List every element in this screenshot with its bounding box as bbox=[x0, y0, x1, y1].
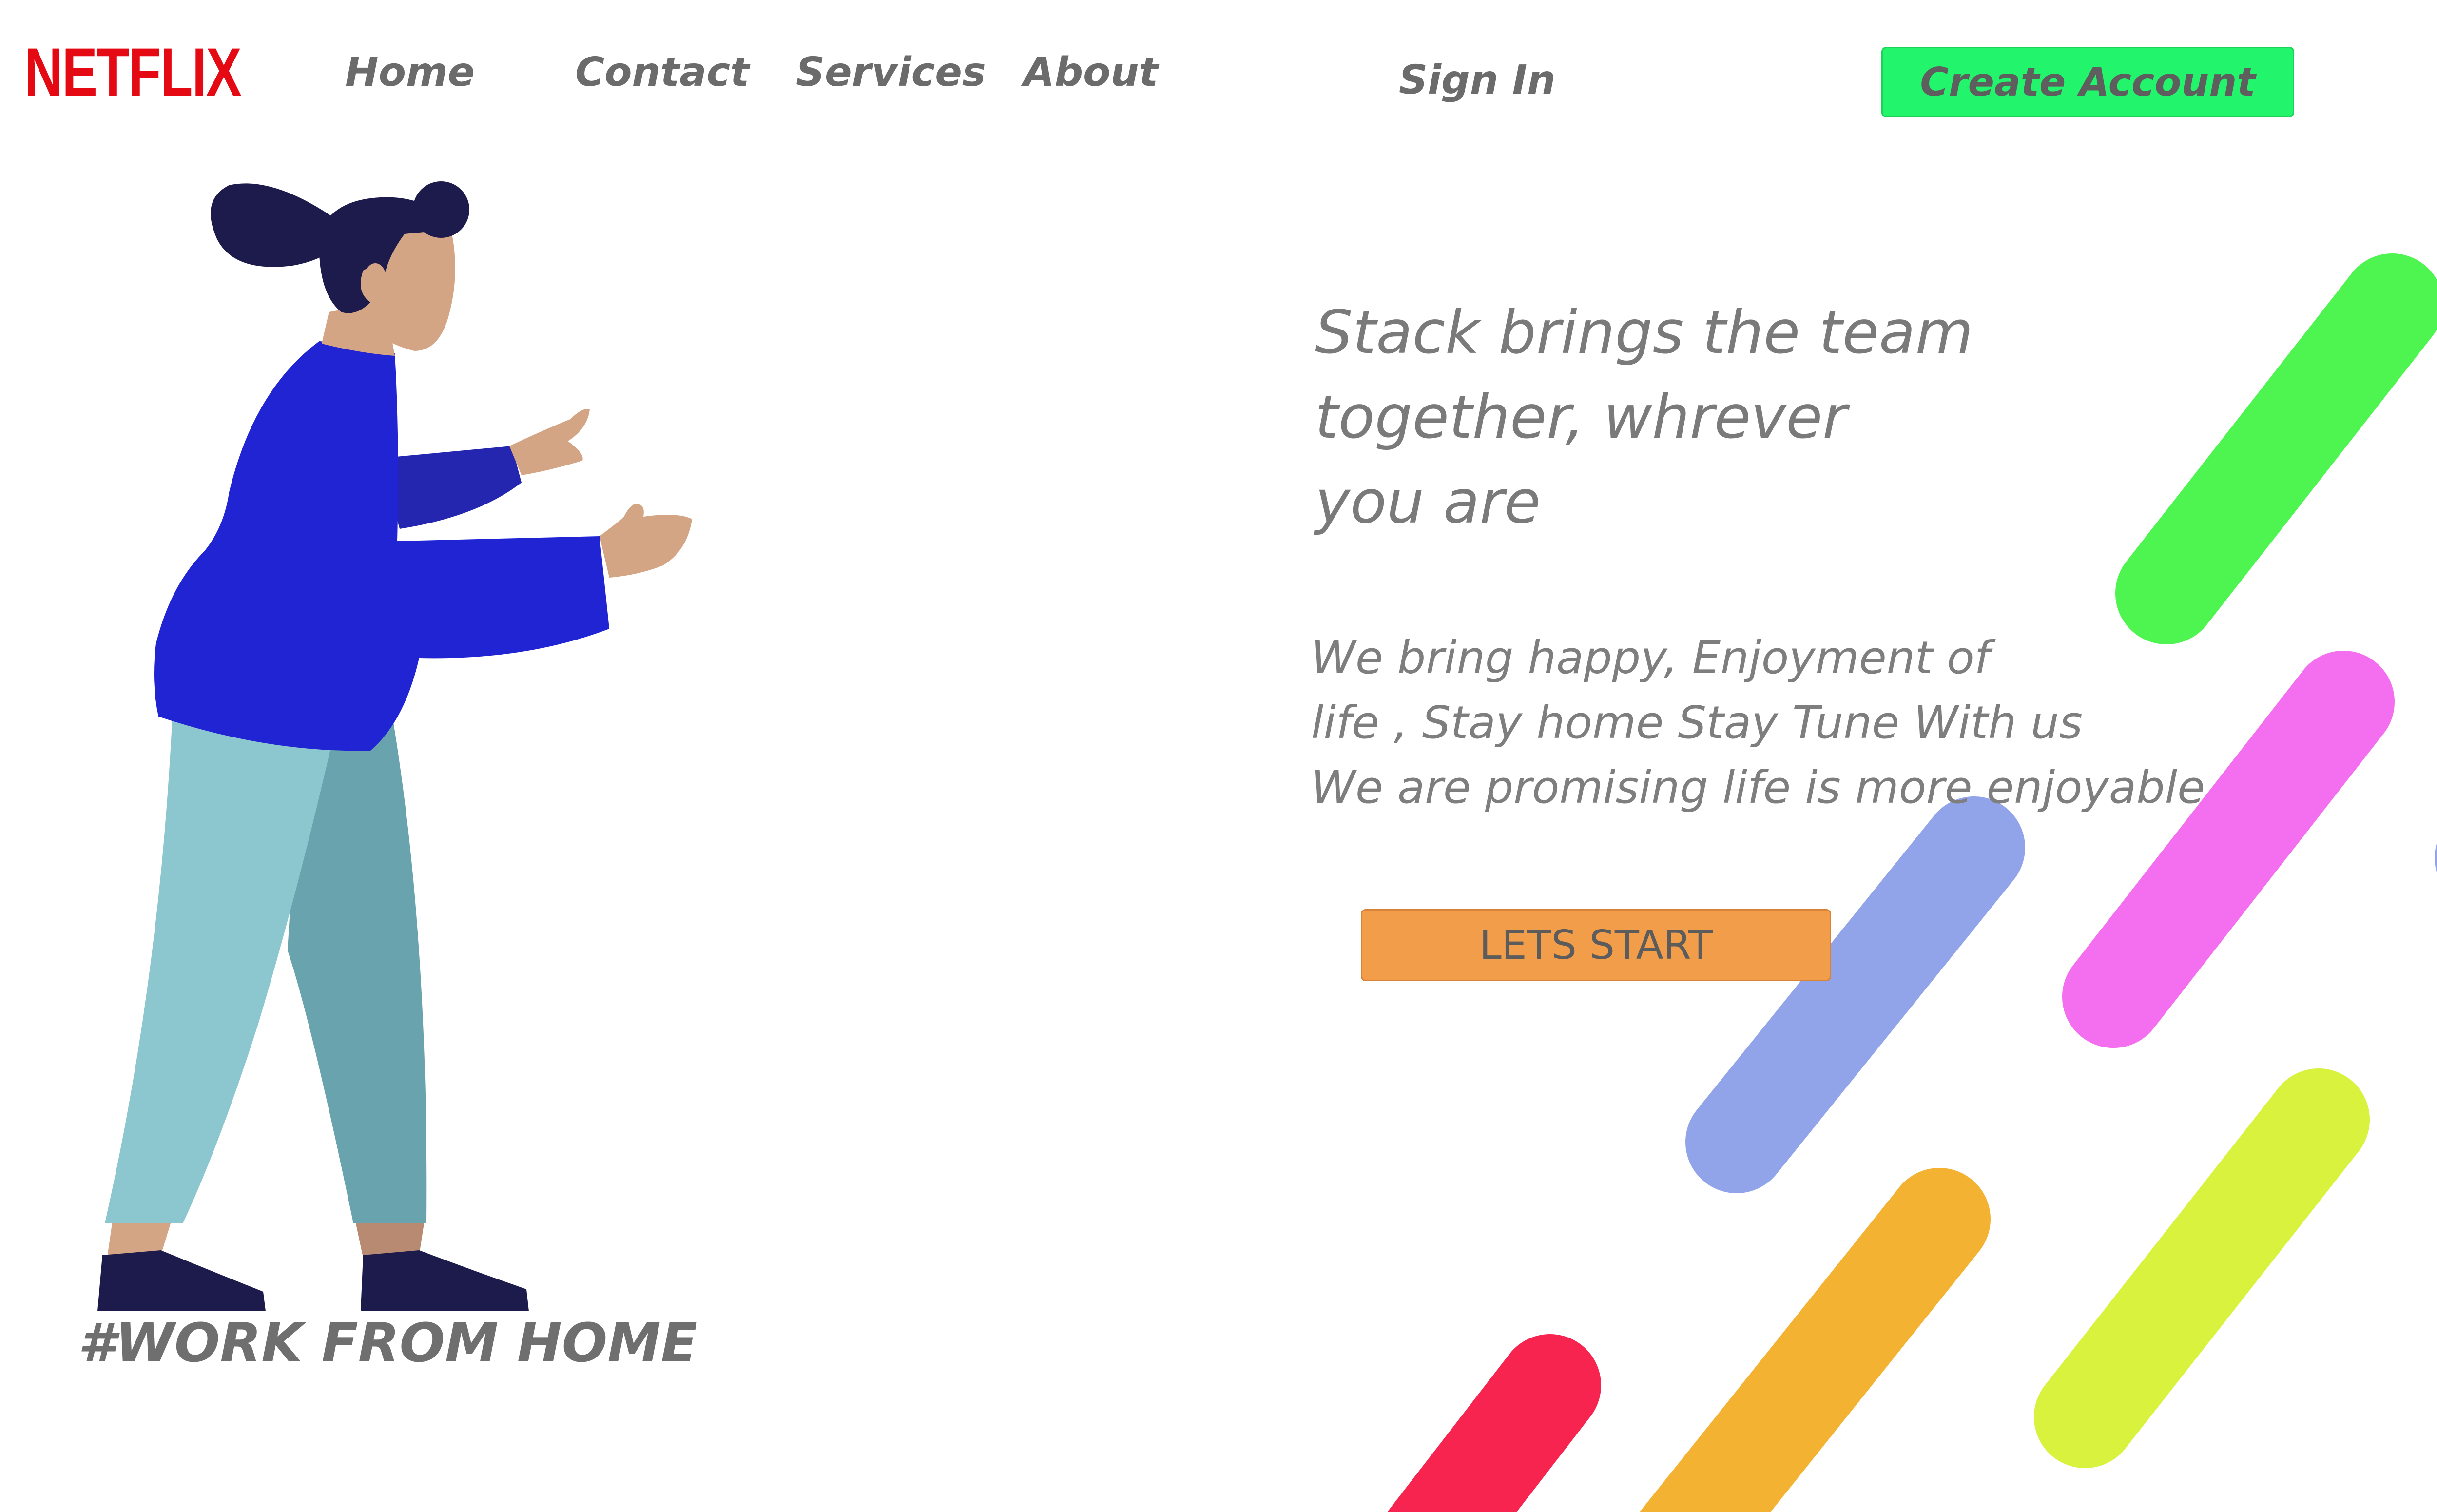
stripe-red bbox=[1387, 1334, 1601, 1512]
ponytail bbox=[211, 183, 341, 267]
netflix-logo[interactable]: NETFLIX bbox=[24, 38, 242, 106]
woman-illustration bbox=[97, 181, 692, 1311]
ear bbox=[365, 263, 386, 292]
nav-home-link[interactable]: Home bbox=[345, 53, 475, 93]
stripe-orange bbox=[1639, 1168, 1991, 1512]
landing-page: NETFLIX Home Contact Services About Sign… bbox=[0, 0, 2437, 1512]
stripe-yellow bbox=[2034, 1068, 2370, 1468]
hero-headline: Stack brings the team together, whrever … bbox=[1315, 298, 1973, 537]
create-account-button[interactable]: Create Account bbox=[1881, 47, 2294, 117]
nav-contact-link[interactable]: Contact bbox=[575, 53, 749, 93]
back-hand bbox=[509, 409, 590, 475]
work-from-home-tagline: #WORK FROM HOME bbox=[78, 1312, 697, 1374]
torso bbox=[154, 341, 609, 751]
stripe-periwinkle bbox=[1685, 796, 2025, 1193]
hero-subtext: We bring happy, Enjoyment of life , Stay… bbox=[1311, 632, 2205, 814]
lets-start-button[interactable]: LETS START bbox=[1361, 909, 1831, 981]
nav-services-link[interactable]: Services bbox=[796, 53, 986, 93]
back-arm bbox=[380, 446, 522, 529]
stripe-green bbox=[2115, 253, 2437, 644]
front-hand bbox=[600, 504, 692, 578]
back-shoe bbox=[361, 1250, 529, 1311]
hair-bun bbox=[413, 181, 469, 238]
front-shoe bbox=[97, 1250, 266, 1311]
nav-about-link[interactable]: About bbox=[1024, 53, 1158, 93]
sign-in-link[interactable]: Sign In bbox=[1399, 60, 1556, 100]
